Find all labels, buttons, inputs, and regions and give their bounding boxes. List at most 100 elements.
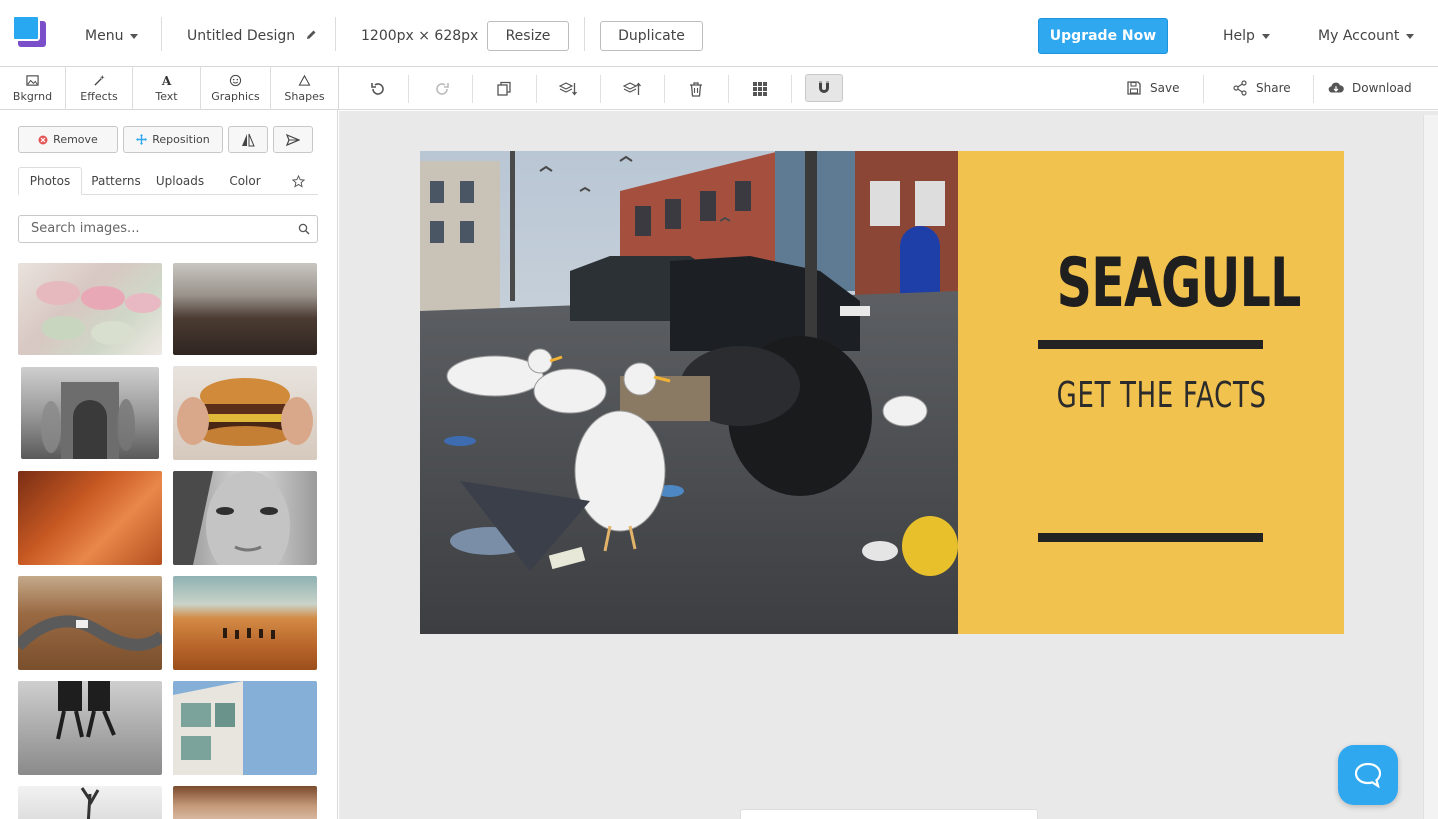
photo-thumbnail[interactable] [173,263,317,355]
flip-horizontal-button[interactable] [228,126,268,153]
account-label: My Account [1318,28,1400,44]
chevron-down-icon [1406,33,1415,39]
tab-text[interactable]: A Text [133,67,201,110]
send-button[interactable] [273,126,313,153]
grid-button[interactable] [745,77,775,101]
tab-background[interactable]: Bkgrnd [0,67,66,110]
trash-icon [690,82,702,97]
chevron-down-icon [1261,33,1270,39]
photo-thumbnail[interactable] [173,366,317,460]
account-dropdown[interactable]: My Account [1318,27,1415,45]
tab-color[interactable]: Color [214,167,276,195]
building-image [173,681,243,775]
search-icon[interactable] [298,223,310,235]
tab-label: Text [155,90,178,103]
wand-icon [93,74,105,86]
portrait-image [173,471,290,565]
photo-thumbnail[interactable] [173,471,317,565]
left-panel: Remove Reposition Photos Patterns Upload… [0,110,338,819]
design-name[interactable]: Untitled Design [187,27,317,45]
tab-effects[interactable]: Effects [66,67,133,110]
text-icon: A [161,74,172,87]
headline-text[interactable]: SEAGULL [1057,244,1302,324]
delete-button[interactable] [681,77,711,101]
copy-icon [497,81,511,96]
photo-thumbnail[interactable] [18,263,162,355]
triangle-icon [298,74,311,86]
close-circle-icon [38,135,48,144]
tab-patterns[interactable]: Patterns [84,167,148,195]
canvas-toolbar: Save Share Download [338,67,1438,110]
star-icon [291,174,305,188]
duplicate-button[interactable]: Duplicate [600,21,703,51]
photo-thumbnail[interactable] [173,681,317,775]
divider-bar-top[interactable] [1038,340,1263,349]
save-label: Save [1150,81,1180,95]
tab-uploads[interactable]: Uploads [148,167,212,195]
chat-button[interactable] [1338,745,1398,805]
photo-thumbnail[interactable] [21,367,159,459]
tool-tabs: Bkgrnd Effects A Text Graphics Shapes [0,67,338,110]
upgrade-button[interactable]: Upgrade Now [1038,18,1168,54]
zoom-controls[interactable] [740,809,1038,819]
share-button[interactable]: Share [1232,80,1291,96]
tab-label: Bkgrnd [12,90,53,103]
download-button[interactable]: Download [1328,80,1412,96]
street-scene-image [420,151,958,634]
reposition-label: Reposition [152,133,210,146]
send-backward-button[interactable] [553,77,583,101]
photo-thumbnail[interactable] [18,681,162,775]
divider [728,75,729,103]
divider [161,17,162,51]
divider [600,75,601,103]
pencil-icon [306,30,316,39]
resize-button[interactable]: Resize [487,21,569,51]
reposition-button[interactable]: Reposition [123,126,223,153]
photo-thumbnail[interactable] [18,786,162,819]
photo-thumbnail[interactable] [173,786,317,819]
search-input[interactable]: Search images... [18,215,318,243]
floppy-icon [1127,81,1141,95]
tab-shapes[interactable]: Shapes [271,67,338,110]
dimensions-label: 1200px × 628px [361,28,479,44]
top-bar: Menu Untitled Design 1200px × 628px Resi… [0,0,1438,67]
burger-image [177,378,313,446]
walkers-image [56,681,116,740]
remove-label: Remove [53,133,98,146]
tab-favorites[interactable] [284,167,312,195]
vertical-scrollbar[interactable] [1423,115,1438,819]
tab-label: Graphics [211,90,260,103]
divider [791,75,792,103]
tab-photos[interactable]: Photos [18,167,82,195]
tab-graphics[interactable]: Graphics [201,67,271,110]
photo-thumbnail[interactable] [173,576,317,670]
image-source-tabs: Photos Patterns Uploads Color [18,167,318,195]
photo-thumbnail[interactable] [18,576,162,670]
app-logo[interactable] [12,15,48,49]
archway-image [41,382,135,459]
tree-image [80,787,100,819]
divider [408,75,409,103]
help-label: Help [1223,28,1255,44]
copy-button[interactable] [489,77,519,101]
svg-text:A: A [161,74,172,87]
divider [472,75,473,103]
snap-magnet-button[interactable] [805,74,843,102]
menu-dropdown[interactable]: Menu [85,27,139,45]
subline-text[interactable]: GET THE FACTS [1057,374,1266,418]
logo-front [12,15,40,41]
remove-button[interactable]: Remove [18,126,118,153]
save-button[interactable]: Save [1126,80,1179,96]
flip-icon [242,133,255,146]
bring-forward-button[interactable] [617,77,647,101]
send-icon [286,133,300,146]
redo-button[interactable] [427,77,457,101]
layer-down-icon [559,82,577,96]
undo-button[interactable] [363,77,393,101]
seagull-photo[interactable] [420,151,958,634]
divider-bar-bottom[interactable] [1038,533,1263,542]
help-dropdown[interactable]: Help [1223,27,1270,45]
photo-thumbnail[interactable] [18,471,162,565]
design-name-label: Untitled Design [187,28,296,44]
divider [664,75,665,103]
